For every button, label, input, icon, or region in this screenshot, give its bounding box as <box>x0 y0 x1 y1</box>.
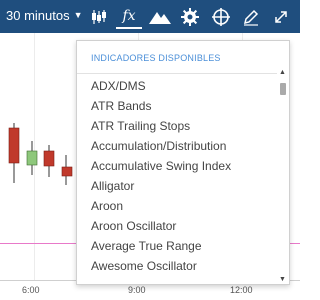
toolbar: 30 minutos ▼ fx <box>0 0 300 33</box>
interval-selector[interactable]: 30 minutos ▼ <box>6 8 83 25</box>
mountain-icon <box>149 12 171 24</box>
list-item[interactable]: Aroon <box>91 196 275 216</box>
interval-label: 30 minutos <box>6 8 70 23</box>
divider <box>77 73 277 74</box>
list-item[interactable]: Awesome Oscillator <box>91 256 275 276</box>
x-tick-label: 12:00 <box>230 285 253 295</box>
function-icon-label: fx <box>122 8 136 24</box>
scroll-down-arrow-icon[interactable]: ▼ <box>279 276 286 283</box>
list-item[interactable]: ATR Bands <box>91 96 275 116</box>
list-item[interactable]: ADX/DMS <box>91 76 275 96</box>
indicators-dropdown: INDICADORES DISPONIBLES ADX/DMS ATR Band… <box>76 40 290 285</box>
candle-up <box>26 150 38 166</box>
fullscreen-button[interactable] <box>268 5 294 29</box>
panel-header: INDICADORES DISPONIBLES <box>91 53 221 63</box>
x-tick-label: 6:00 <box>22 285 40 295</box>
crosshair-icon <box>212 8 230 26</box>
indicators-button[interactable]: fx <box>116 5 142 29</box>
function-icon: fx <box>122 8 135 24</box>
list-item[interactable]: Accumulation/Distribution <box>91 136 275 156</box>
indicator-list: ADX/DMS ATR Bands ATR Trailing Stops Acc… <box>91 76 275 276</box>
scroll-up-arrow-icon[interactable]: ▲ <box>279 69 286 76</box>
x-tick-label: 9:00 <box>128 285 146 295</box>
settings-button[interactable] <box>177 5 203 29</box>
candlestick-chart-icon <box>92 10 106 24</box>
crosshair-button[interactable] <box>208 5 234 29</box>
pencil-icon <box>243 9 259 26</box>
gear-icon <box>181 8 199 26</box>
list-item[interactable]: Aroon Oscillator <box>91 216 275 236</box>
candlestick-chart-button[interactable] <box>86 5 112 29</box>
chevron-down-icon: ▼ <box>73 10 83 20</box>
list-item[interactable]: ATR Trailing Stops <box>91 116 275 136</box>
candle-down <box>43 150 55 167</box>
list-item[interactable]: Average True Range <box>91 236 275 256</box>
list-item[interactable]: Alligator <box>91 176 275 196</box>
list-item[interactable]: Accumulative Swing Index <box>91 156 275 176</box>
chart-type-button[interactable] <box>147 5 173 29</box>
candle-down <box>8 127 20 164</box>
scrollbar[interactable]: ▲ ▼ <box>277 69 289 283</box>
drawing-button[interactable] <box>238 5 264 29</box>
candle-down <box>61 166 73 177</box>
scroll-thumb[interactable] <box>280 83 286 95</box>
expand-icon <box>275 11 287 23</box>
